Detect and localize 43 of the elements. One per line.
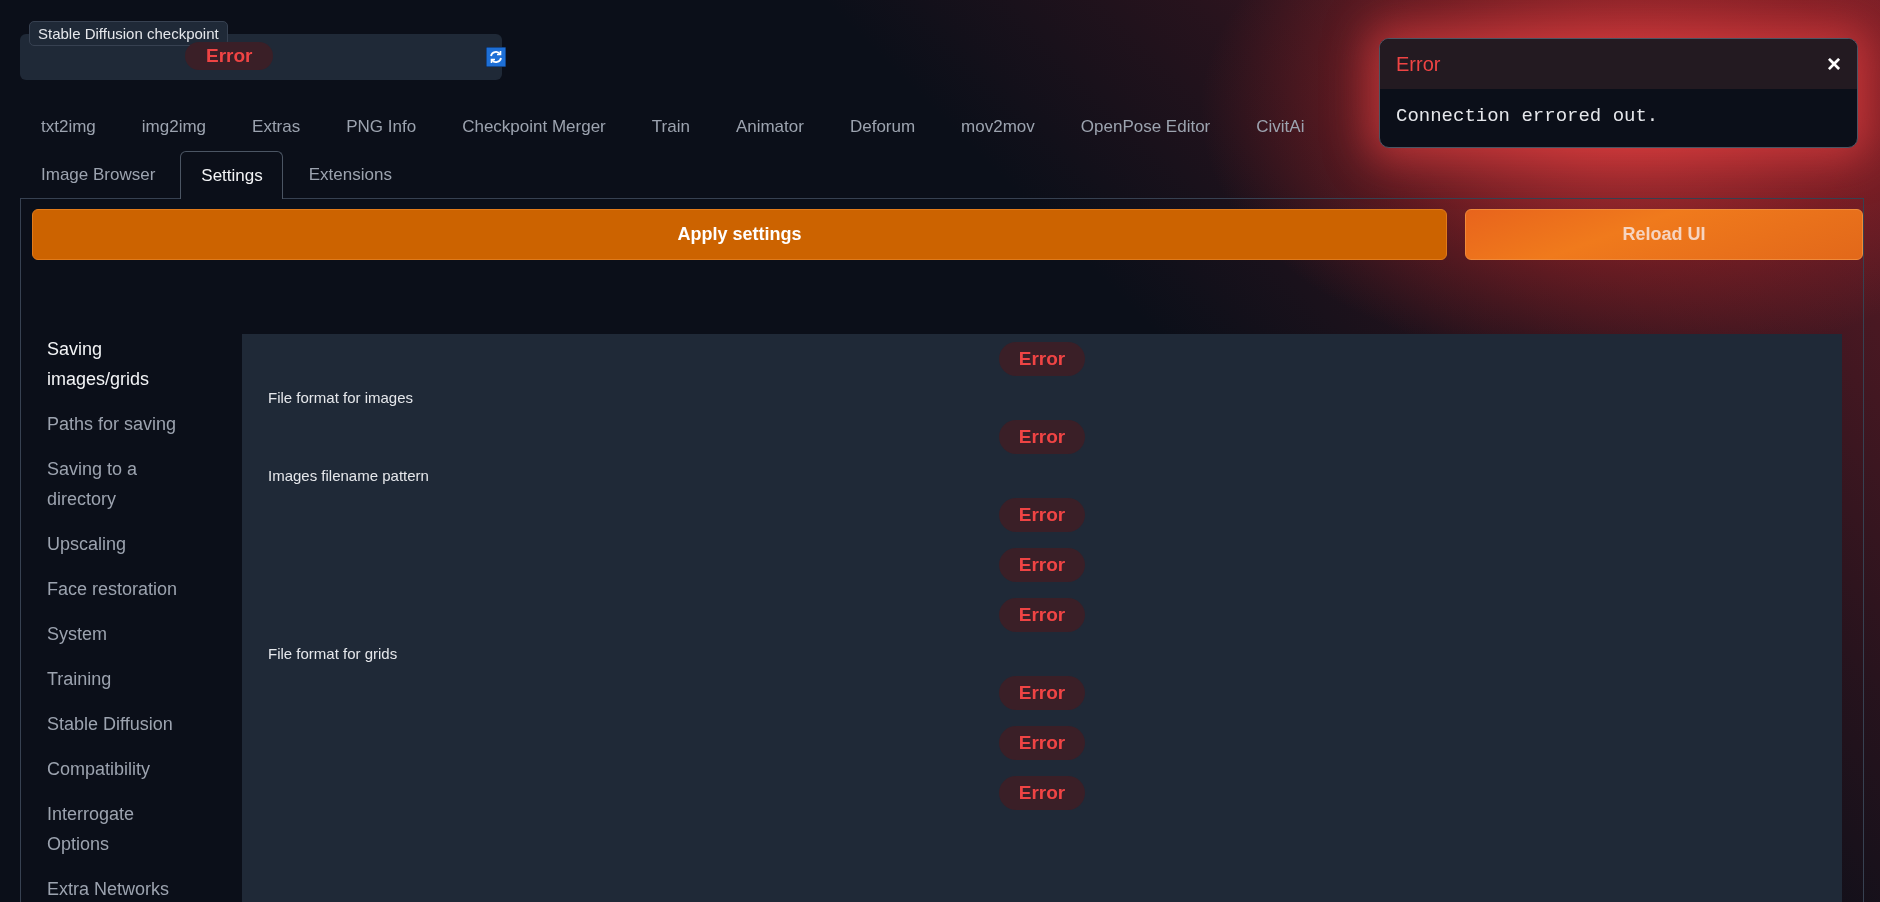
error-badge: Error — [998, 598, 1086, 632]
sidebar-item[interactable]: Stable Diffusion — [47, 709, 197, 739]
tab[interactable]: mov2mov — [940, 102, 1055, 150]
error-badge: Error — [998, 342, 1086, 376]
sidebar-item[interactable]: Upscaling — [47, 529, 197, 559]
tab[interactable]: Settings — [180, 151, 283, 199]
sidebar-item[interactable]: Saving images/grids — [47, 334, 197, 394]
tab[interactable]: Extensions — [287, 150, 412, 198]
sidebar-item[interactable]: Saving to a directory — [47, 454, 197, 514]
tab[interactable]: PNG Info — [325, 102, 437, 150]
tab[interactable]: Checkpoint Merger — [441, 102, 626, 150]
apply-button[interactable]: Apply settings — [32, 209, 1448, 260]
setting-label: Images filename pattern — [268, 466, 429, 486]
tab[interactable]: Image Browser — [20, 150, 176, 198]
sidebar-item[interactable]: Extra Networks — [47, 874, 197, 902]
tab[interactable]: Deforum — [828, 102, 936, 150]
sidebar-item[interactable]: Face restoration — [47, 574, 197, 604]
field-label: Stable Diffusion checkpoint — [29, 21, 228, 46]
error-badge: Error — [998, 776, 1086, 810]
setting-label: File format for grids — [268, 644, 398, 664]
sidebar-item[interactable]: Compatibility — [47, 754, 197, 784]
sidebar-item[interactable]: Interrogate Options — [47, 799, 197, 859]
error-badge: Error — [998, 498, 1086, 532]
tab[interactable]: Train — [630, 102, 710, 150]
refresh-icon[interactable] — [486, 47, 506, 67]
sidebar-item[interactable]: Training — [47, 664, 197, 694]
error-badge: Error — [185, 42, 274, 70]
error-badge: Error — [998, 676, 1086, 710]
sidebar-item[interactable]: System — [47, 619, 197, 649]
sidebar-item[interactable]: Paths for saving — [47, 409, 197, 439]
toast-message: Connection errored out. — [1395, 104, 1660, 129]
tab[interactable]: txt2img — [20, 102, 116, 150]
close-button[interactable]: × — [1827, 52, 1841, 76]
setting-label: File format for images — [268, 388, 414, 408]
error-badge: Error — [998, 726, 1086, 760]
error-badge: Error — [998, 420, 1086, 454]
tab[interactable]: CivitAi — [1235, 102, 1325, 150]
toast-title: Error — [1396, 52, 1441, 76]
tab[interactable]: Extras — [231, 102, 321, 150]
tab[interactable]: img2img — [120, 102, 227, 150]
error-badge: Error — [998, 548, 1086, 582]
tab[interactable]: Animator — [714, 102, 824, 150]
tab[interactable]: OpenPose Editor — [1059, 102, 1231, 150]
